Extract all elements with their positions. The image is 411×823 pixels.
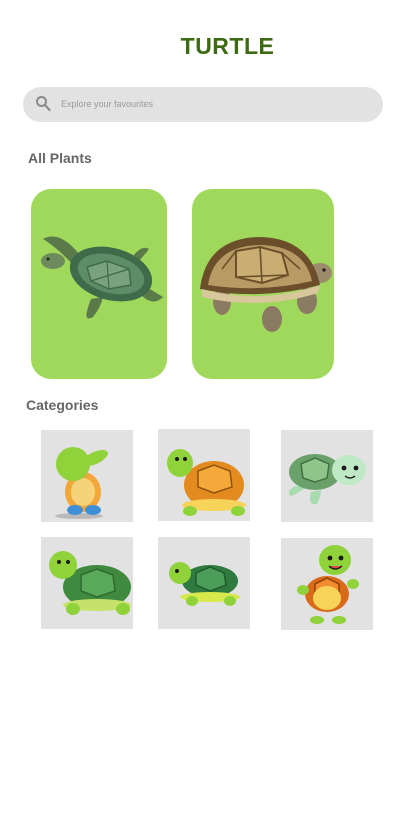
cartoon-turtle-green-shell-image (49, 551, 131, 615)
plant-card-sea-turtle[interactable] (31, 189, 167, 379)
sea-turtle-image (41, 236, 163, 319)
cartoon-turtle-orange-shell-image (167, 449, 246, 516)
app-title: TURTLE (180, 33, 275, 59)
cartoon-sea-turtle-image (288, 454, 366, 505)
category-tile-3[interactable] (281, 430, 373, 522)
plant-card-tortoise[interactable] (192, 189, 334, 379)
all-plants-heading: All Plants (28, 150, 92, 166)
category-tile-5[interactable] (158, 537, 250, 629)
cartoon-turtle-dab-image (55, 447, 108, 519)
search-icon (36, 96, 51, 112)
cartoon-turtle-waving-image (297, 545, 359, 624)
tortoise-image (200, 237, 332, 332)
categories-heading: Categories (26, 397, 99, 413)
search-bar[interactable] (23, 87, 383, 122)
search-input[interactable] (61, 91, 361, 117)
category-tile-6[interactable] (281, 538, 373, 630)
category-tile-4[interactable] (41, 537, 133, 629)
cartoon-turtle-walking-image (169, 562, 240, 606)
category-tile-1[interactable] (41, 430, 133, 522)
category-tile-2[interactable] (158, 429, 250, 521)
